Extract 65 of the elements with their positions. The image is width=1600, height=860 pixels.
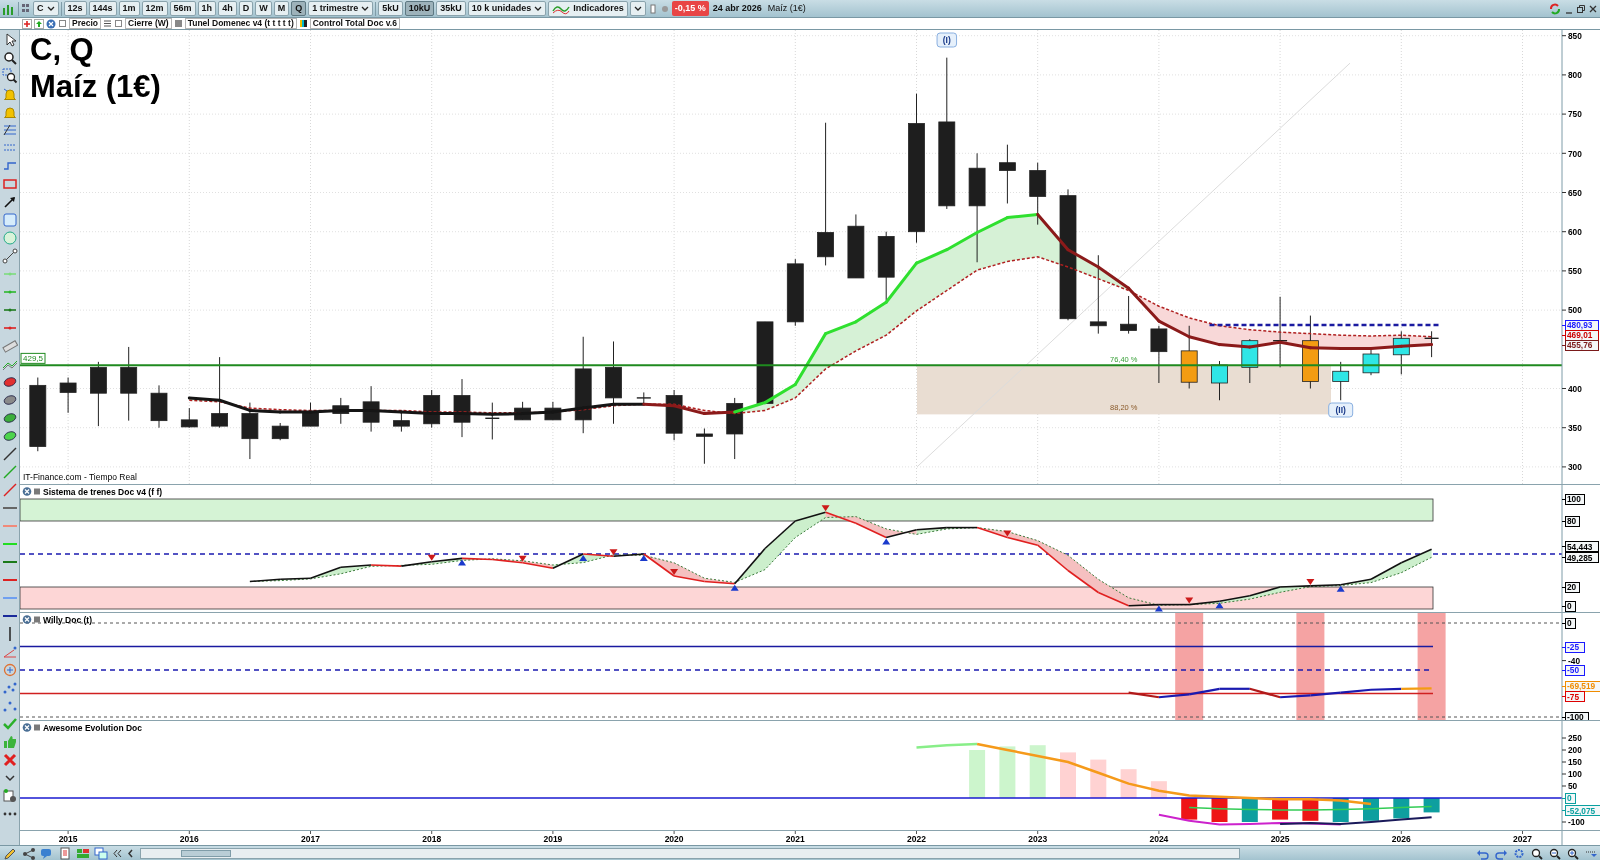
timeframe-button[interactable]: Q xyxy=(291,1,307,16)
axis-label: 2023 xyxy=(1028,834,1048,844)
timeframe-button[interactable]: 1h xyxy=(197,1,217,16)
legend-item[interactable]: Precio xyxy=(69,18,101,29)
axis-label: 750 xyxy=(1568,109,1582,120)
axis-label: 250 xyxy=(1568,733,1582,744)
data-source: IT-Finance.com - Tiempo Real xyxy=(23,472,137,482)
date-text: 24 abr 2026 xyxy=(711,1,763,15)
axis-label: 350 xyxy=(1568,423,1582,433)
axis-label: 2017 xyxy=(301,834,320,844)
symbol-dropdown[interactable]: C xyxy=(33,1,59,16)
chart-title: C, Q xyxy=(30,32,94,67)
axis-label: 2027 xyxy=(1513,834,1532,844)
timeframe-button[interactable]: D xyxy=(238,1,254,16)
axis-label: 2016 xyxy=(179,834,199,844)
axis-label: 150 xyxy=(1568,757,1582,768)
axis-label: 2026 xyxy=(1391,834,1411,844)
axis-label: 2025 xyxy=(1270,834,1290,844)
axis-label: 2024 xyxy=(1149,834,1169,844)
indicators-button[interactable]: Indicadores xyxy=(548,0,628,17)
timeframe-button[interactable]: 12s xyxy=(63,1,87,16)
pane-title: Sistema de trenes Doc v4 (f f) xyxy=(43,486,163,497)
instrument-title: Maíz (1€) xyxy=(30,69,161,104)
axis-label: 550 xyxy=(1568,266,1582,277)
axis-label: 50 xyxy=(1568,781,1578,792)
axis-label: 300 xyxy=(1568,462,1582,473)
axis-label: 100 xyxy=(1568,769,1582,780)
axis-label: 800 xyxy=(1568,70,1582,81)
timeframe-button[interactable]: 1m xyxy=(118,1,140,16)
change-badge: -0,15 % xyxy=(671,0,709,17)
timeframe-button[interactable]: M xyxy=(273,1,290,16)
axis-label: 600 xyxy=(1568,227,1582,237)
units-dropdown[interactable]: 10 k unidades xyxy=(467,1,547,16)
wave-label: (I) xyxy=(936,32,958,48)
axis-label: 850 xyxy=(1568,31,1582,41)
axis-label: 500 xyxy=(1568,305,1582,316)
timeframe-button[interactable]: W xyxy=(255,1,272,16)
instrument-name: Maíz (1€) xyxy=(766,1,807,15)
axis-label: 200 xyxy=(1568,745,1582,756)
timeframe-button[interactable]: 56m xyxy=(169,1,196,16)
axis-label: 2022 xyxy=(907,834,926,844)
timeframe-button[interactable]: 144s xyxy=(88,1,117,16)
period-dropdown[interactable]: 1 trimestre xyxy=(308,1,374,16)
axis-label: -100 xyxy=(1568,817,1585,828)
legend-item[interactable]: Tunel Domenec v4 (t t t t t) xyxy=(184,18,297,29)
unit-button[interactable]: 10kU xyxy=(404,1,435,16)
axis-label: 2020 xyxy=(664,834,684,844)
axis-label: 650 xyxy=(1568,187,1582,198)
axis-label: -40 xyxy=(1568,655,1580,666)
axis-label: 2021 xyxy=(785,834,805,844)
support-label: 429,5 xyxy=(20,352,46,364)
legend-item[interactable]: Control Total Doc v.6 xyxy=(309,18,400,29)
timeframe-button[interactable]: 4h xyxy=(218,1,237,16)
wave-label: (II) xyxy=(1328,402,1354,418)
axis-label: 2018 xyxy=(422,834,442,844)
unit-button[interactable]: 5kU xyxy=(378,1,403,16)
unit-button[interactable]: 35kU xyxy=(436,1,466,16)
axis-label: 700 xyxy=(1568,148,1582,159)
legend-item[interactable]: Cierre (W) xyxy=(125,18,172,29)
axis-label: 2015 xyxy=(58,834,78,844)
pane-title: Awesome Evolution Doc xyxy=(43,722,143,733)
timeframe-button[interactable]: 12m xyxy=(141,1,168,16)
axis-label: 400 xyxy=(1568,383,1582,394)
axis-label: 2019 xyxy=(543,834,563,844)
pane-title: Willy Doc (t) xyxy=(43,614,93,625)
